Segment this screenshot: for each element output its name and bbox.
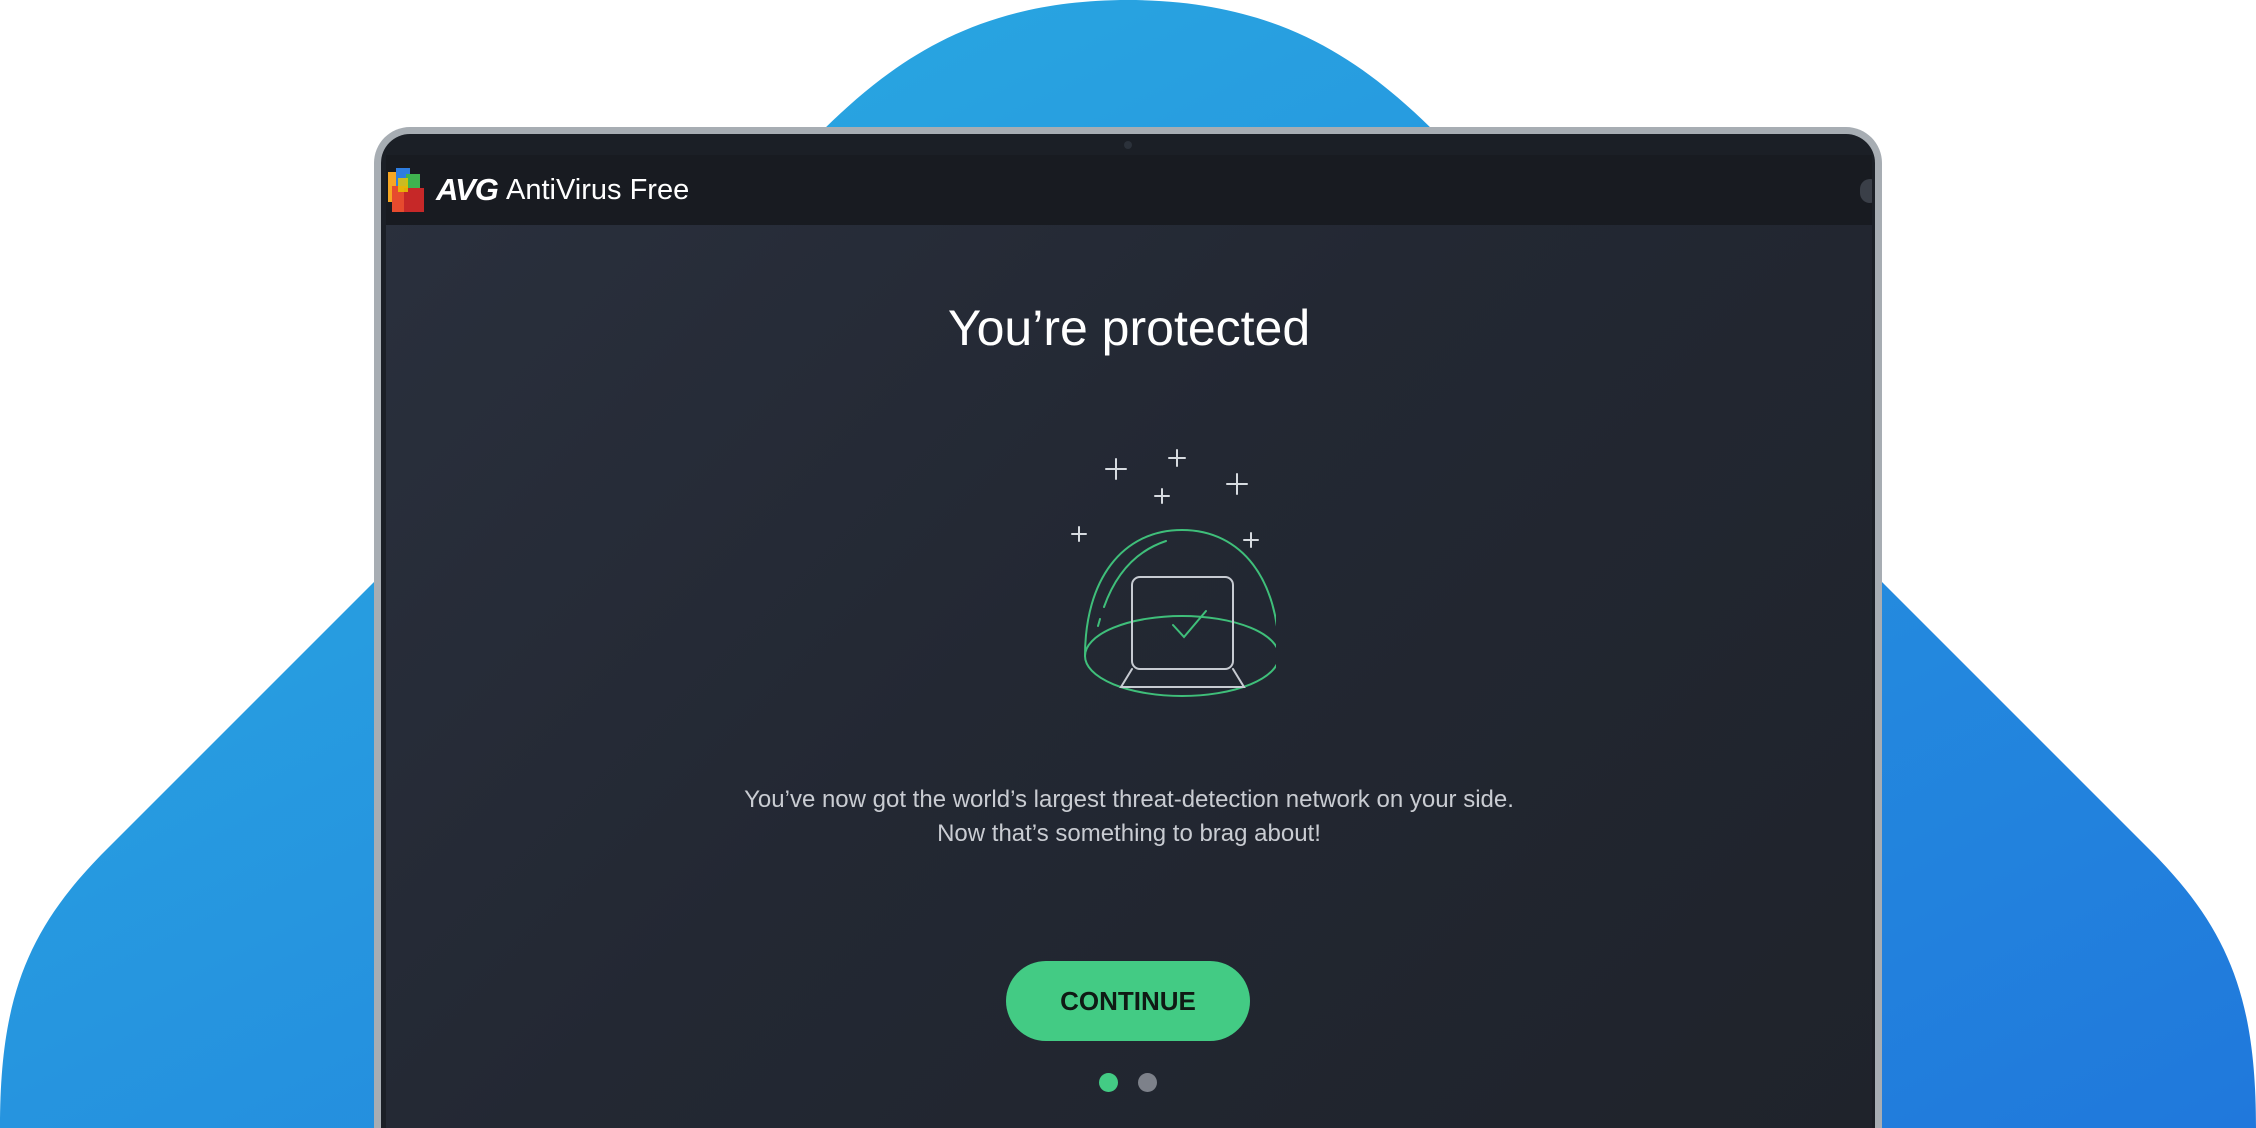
laptop-camera [1124,141,1132,149]
pager-dots [1099,1073,1157,1093]
marketing-scene: AVG AntiVirus Free You’re protected You’… [0,0,2256,1128]
product-name: AntiVirus Free [506,174,690,206]
pager-dot-1[interactable] [1099,1073,1118,1092]
description-line-1: You’ve now got the world’s largest threa… [744,786,1514,813]
protected-laptop-dome-illustration [1071,449,1276,697]
title-bar: AVG AntiVirus Free [386,155,1872,225]
pager-dot-2[interactable] [1138,1073,1157,1092]
page-title: You’re protected [947,300,1311,356]
continue-button[interactable]: CONTINUE [1006,961,1250,1041]
avg-logo-icon [388,168,424,212]
brand-name: AVG [436,172,499,207]
description: You’ve now got the world’s largest threa… [386,783,1872,851]
window-control-icon[interactable] [1860,179,1872,203]
description-line-2: Now that’s something to brag about! [937,820,1321,847]
app-window: AVG AntiVirus Free You’re protected You’… [386,155,1872,1128]
